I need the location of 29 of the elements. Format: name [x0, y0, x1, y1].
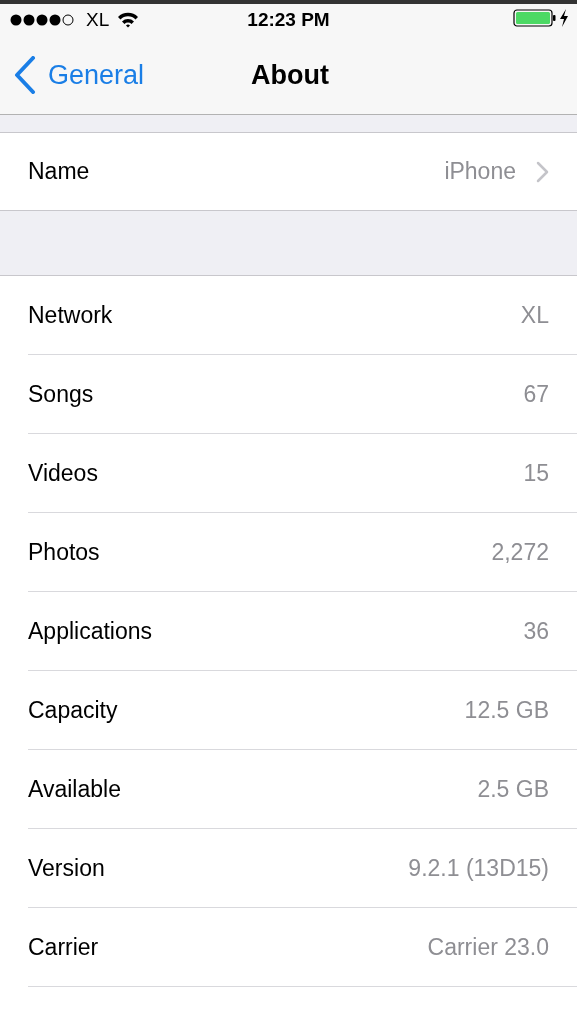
row-label: Available: [28, 775, 122, 803]
row-value: 67: [523, 380, 549, 408]
row-label: Songs: [28, 380, 95, 408]
back-chevron-icon: [14, 56, 36, 94]
row-label: Network: [28, 301, 114, 329]
row-label: Carrier: [28, 933, 100, 961]
chevron-icon: [536, 160, 549, 183]
status-time: 12:23 PM: [247, 9, 330, 31]
wifi-icon: [117, 12, 140, 28]
carrier-name: XL: [86, 9, 110, 31]
row-value: iPhone: [444, 158, 516, 185]
row-label: Capacity: [28, 696, 119, 724]
row-value: Carrier 23.0: [427, 933, 549, 961]
row-label: Version: [28, 854, 106, 882]
row-label: Photos: [28, 538, 101, 566]
row-value: XL: [520, 301, 549, 329]
row-label: Videos: [28, 459, 99, 487]
back-button[interactable]: General: [14, 56, 145, 94]
row-label: Applications: [28, 617, 154, 645]
row-value: 15: [523, 459, 549, 487]
page-title: About: [251, 59, 329, 91]
row-value: 9.2.1 (13D15): [408, 854, 549, 882]
row-value: 12.5 GB: [464, 696, 549, 724]
name-row[interactable]: Name iPhone: [0, 133, 577, 210]
row-label: Name: [28, 158, 91, 185]
charging-battery-icon: [513, 8, 569, 28]
row-value: 2.5 GB: [477, 775, 549, 803]
row-value: 36: [523, 617, 549, 645]
row-value: 2,272: [491, 538, 549, 566]
